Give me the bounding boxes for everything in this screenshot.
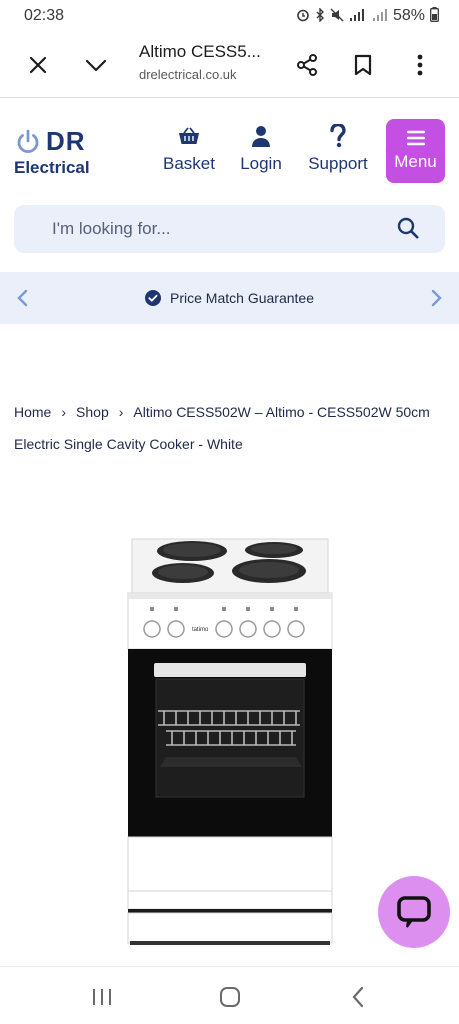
alarm-icon — [296, 8, 310, 25]
status-icons: 58% — [296, 6, 439, 25]
battery-icon — [430, 7, 439, 25]
chevron-down-icon — [85, 59, 107, 71]
bookmark-icon — [354, 54, 372, 75]
cooker-brand-label: tatimo — [192, 627, 209, 633]
nav-login-label: Login — [240, 154, 282, 173]
status-time: 02:38 — [24, 7, 65, 24]
nav-login[interactable]: Login — [236, 124, 286, 180]
back-icon — [352, 986, 364, 1008]
home-icon — [220, 987, 240, 1007]
hamburger-icon — [406, 130, 425, 146]
bluetooth-icon — [315, 6, 325, 25]
promo-carousel: Price Match Guarantee — [0, 272, 459, 324]
search-icon — [397, 217, 419, 239]
promo-message: Price Match Guarantee — [145, 290, 314, 306]
promo-prev-button[interactable] — [10, 286, 34, 310]
url-display[interactable]: Altimo CESS5... drelectrical.co.uk — [139, 42, 279, 82]
page-title: Altimo CESS5... — [139, 42, 261, 61]
close-icon — [29, 56, 47, 73]
chevron-right-icon: › — [118, 404, 124, 420]
site-header: DR Electrical Basket Login Support Menu — [0, 98, 459, 204]
close-tab-button[interactable] — [18, 45, 58, 85]
promo-text: Price Match Guarantee — [170, 290, 314, 306]
mute-icon — [330, 8, 344, 25]
logo-text-electrical: Electrical — [14, 158, 90, 177]
chevron-right-icon — [431, 289, 442, 307]
search-bar — [14, 205, 445, 253]
promo-next-button[interactable] — [425, 286, 449, 310]
nav-basket[interactable]: Basket — [160, 124, 218, 180]
home-button[interactable] — [218, 985, 242, 1009]
status-bar: 02:38 58% — [0, 0, 459, 32]
android-navigation-bar — [0, 966, 459, 1024]
browser-toolbar: Altimo CESS5... drelectrical.co.uk — [0, 32, 459, 98]
breadcrumb-home[interactable]: Home — [14, 404, 51, 420]
battery-percent: 58% — [392, 7, 425, 24]
user-icon — [252, 126, 270, 147]
nav-support-label: Support — [308, 154, 368, 173]
share-icon — [297, 53, 317, 76]
chevron-right-icon: › — [61, 404, 67, 420]
signal-icon — [372, 8, 388, 25]
breadcrumb: Home › Shop › Altimo CESS502W – Altimo - CES… — [14, 396, 444, 460]
question-icon — [330, 124, 346, 148]
power-icon — [17, 129, 39, 153]
bookmark-button[interactable] — [343, 45, 383, 85]
check-circle-icon — [145, 290, 162, 306]
recents-button[interactable] — [90, 985, 114, 1009]
menu-button[interactable]: Menu — [386, 119, 445, 183]
nav-support[interactable]: Support — [304, 124, 372, 180]
search-input[interactable] — [52, 205, 372, 253]
chat-icon — [397, 896, 431, 928]
product-image[interactable]: tatimo — [126, 535, 334, 947]
minimize-button[interactable] — [76, 45, 116, 85]
site-logo[interactable]: DR Electrical — [14, 126, 124, 178]
page-domain: drelectrical.co.uk — [139, 67, 237, 82]
breadcrumb-shop[interactable]: Shop — [76, 404, 109, 420]
nav-basket-label: Basket — [163, 154, 215, 173]
more-options-button[interactable] — [400, 45, 440, 85]
signal-4g-icon — [349, 8, 367, 25]
chevron-left-icon — [17, 289, 28, 307]
recents-icon — [93, 989, 111, 1005]
share-button[interactable] — [287, 45, 327, 85]
more-vertical-icon — [417, 54, 423, 75]
search-button[interactable] — [397, 217, 421, 241]
live-chat-button[interactable] — [378, 876, 450, 948]
logo-text-dr: DR — [46, 126, 86, 156]
back-button[interactable] — [346, 985, 370, 1009]
menu-label: Menu — [394, 152, 437, 171]
basket-icon — [179, 127, 199, 144]
